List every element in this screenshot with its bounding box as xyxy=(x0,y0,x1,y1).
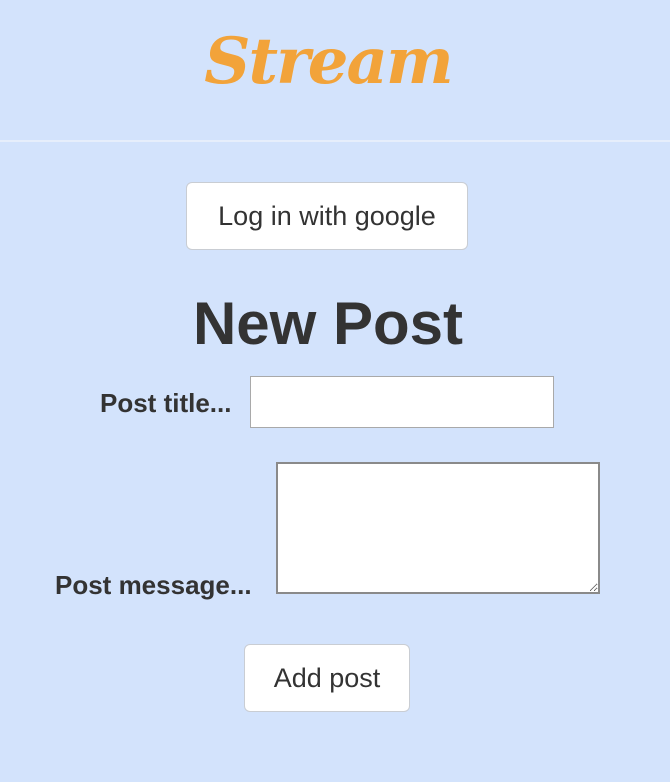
add-post-button[interactable]: Add post xyxy=(244,644,410,712)
post-title-input[interactable] xyxy=(250,376,554,428)
app-header: Stream xyxy=(0,0,670,142)
post-message-textarea[interactable] xyxy=(276,462,600,594)
page-title: New Post xyxy=(192,290,464,357)
post-message-label: Post message... xyxy=(55,570,252,600)
stream-logo: Stream xyxy=(204,24,453,99)
post-title-label: Post title... xyxy=(100,388,232,418)
login-with-google-button[interactable]: Log in with google xyxy=(186,182,468,250)
